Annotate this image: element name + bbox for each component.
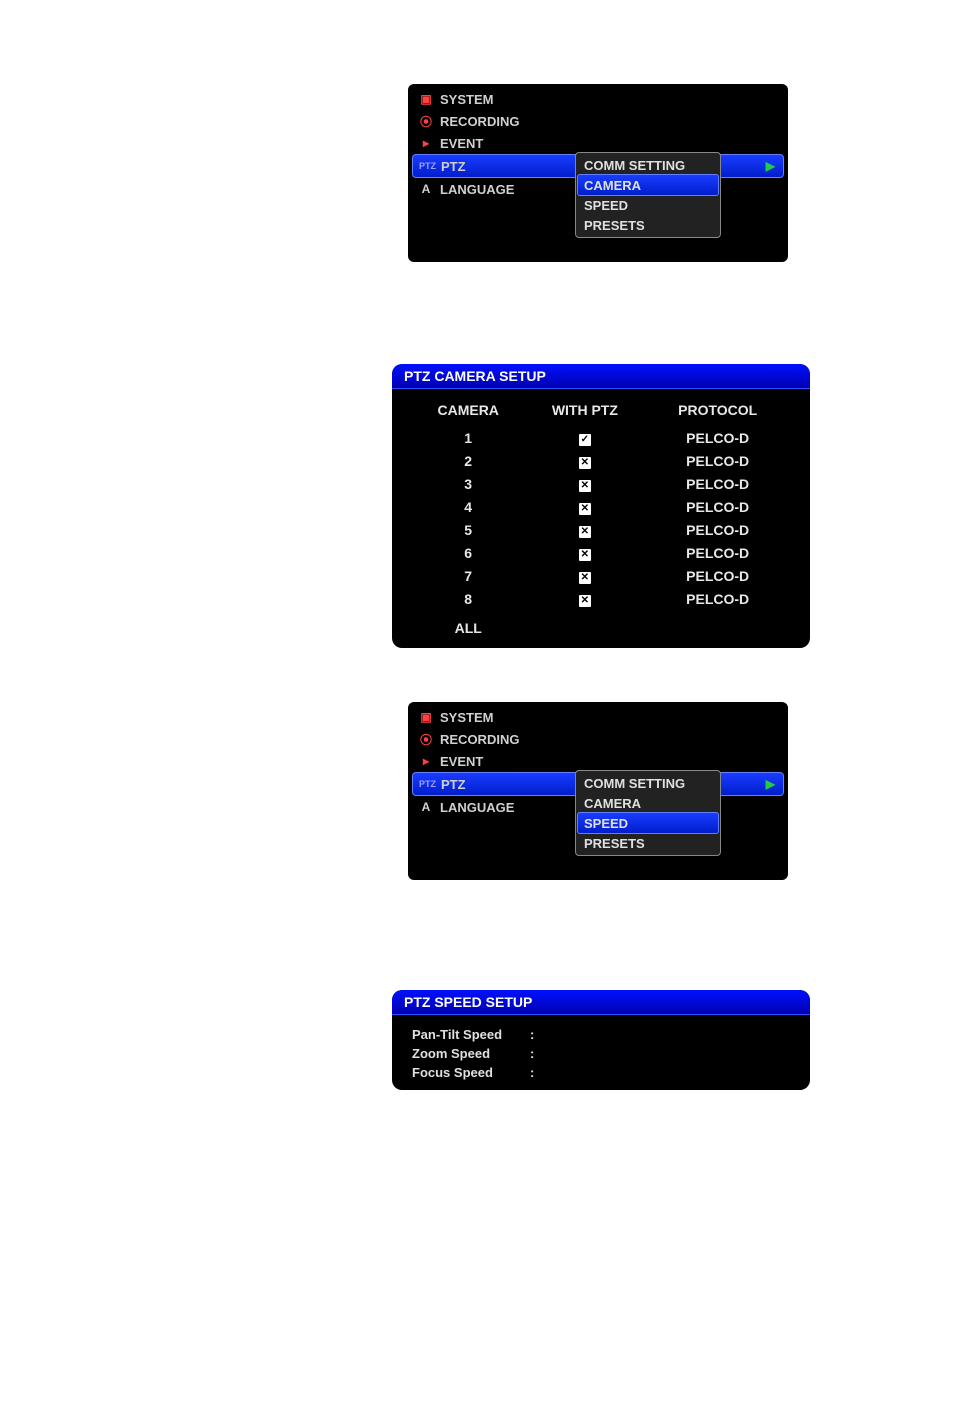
with-ptz-toggle[interactable]: ✕	[579, 595, 591, 607]
event-icon: ▸	[418, 754, 434, 768]
menu-label: EVENT	[440, 136, 483, 151]
submenu-speed[interactable]: SPEED	[578, 195, 718, 215]
table-row[interactable]: 5✕PELCO-D	[412, 518, 790, 541]
recording-icon: ⦿	[418, 731, 434, 748]
speed-row-focus[interactable]: Focus Speed :	[412, 1063, 790, 1082]
submenu-comm-setting[interactable]: COMM SETTING	[578, 773, 718, 793]
system-icon: ▣	[418, 710, 434, 724]
col-header-protocol: PROTOCOL	[645, 399, 790, 426]
submenu-comm-setting[interactable]: COMM SETTING	[578, 155, 718, 175]
with-ptz-toggle[interactable]: ✕	[579, 457, 591, 469]
menu-item-event[interactable]: ▸ EVENT	[408, 132, 788, 154]
with-ptz-toggle[interactable]: ✕	[579, 526, 591, 538]
ptz-icon: PTZ	[419, 161, 435, 171]
language-icon: A	[418, 800, 434, 814]
speed-row-pantilt[interactable]: Pan-Tilt Speed :	[412, 1025, 790, 1044]
menu-item-system[interactable]: ▣ SYSTEM	[408, 706, 788, 728]
table-row[interactable]: 4✕PELCO-D	[412, 495, 790, 518]
camera-table: CAMERA WITH PTZ PROTOCOL 1✓PELCO-D 2✕PEL…	[412, 399, 790, 639]
menu-item-recording[interactable]: ⦿ RECORDING	[408, 728, 788, 750]
submenu-presets[interactable]: PRESETS	[578, 833, 718, 853]
recording-icon: ⦿	[418, 113, 434, 130]
with-ptz-toggle[interactable]: ✕	[579, 572, 591, 584]
table-row[interactable]: 2✕PELCO-D	[412, 449, 790, 472]
table-row[interactable]: 6✕PELCO-D	[412, 541, 790, 564]
panel-title: PTZ SPEED SETUP	[392, 990, 810, 1015]
with-ptz-toggle[interactable]: ✕	[579, 549, 591, 561]
with-ptz-toggle[interactable]: ✕	[579, 480, 591, 492]
menu-label: PTZ	[441, 159, 466, 174]
submenu-camera[interactable]: CAMERA	[578, 793, 718, 813]
event-icon: ▸	[418, 136, 434, 150]
menu-label: SYSTEM	[440, 710, 493, 725]
submenu-presets[interactable]: PRESETS	[578, 215, 718, 235]
ptz-submenu: COMM SETTING CAMERA SPEED PRESETS	[575, 152, 721, 238]
menu-label: PTZ	[441, 777, 466, 792]
system-icon: ▣	[418, 92, 434, 106]
submenu-camera[interactable]: CAMERA	[577, 174, 719, 196]
submenu-arrow-icon: ▶	[766, 159, 775, 173]
ptz-submenu: COMM SETTING CAMERA SPEED PRESETS	[575, 770, 721, 856]
with-ptz-toggle[interactable]: ✓	[579, 434, 591, 446]
col-header-with-ptz: WITH PTZ	[524, 399, 645, 426]
submenu-speed[interactable]: SPEED	[577, 812, 719, 834]
language-icon: A	[418, 182, 434, 196]
table-row[interactable]: 1✓PELCO-D	[412, 426, 790, 449]
submenu-arrow-icon: ▶	[766, 777, 775, 791]
menu-label: EVENT	[440, 754, 483, 769]
speed-row-zoom[interactable]: Zoom Speed :	[412, 1044, 790, 1063]
table-row[interactable]: 3✕PELCO-D	[412, 472, 790, 495]
table-row[interactable]: 7✕PELCO-D	[412, 564, 790, 587]
menu-label: RECORDING	[440, 114, 519, 129]
with-ptz-toggle[interactable]: ✕	[579, 503, 591, 515]
table-row[interactable]: 8✕PELCO-D	[412, 587, 790, 610]
panel-title: PTZ CAMERA SETUP	[392, 364, 810, 389]
menu-label: RECORDING	[440, 732, 519, 747]
menu-item-event[interactable]: ▸ EVENT	[408, 750, 788, 772]
menu-label: LANGUAGE	[440, 800, 514, 815]
menu-item-system[interactable]: ▣ SYSTEM	[408, 88, 788, 110]
menu-label: LANGUAGE	[440, 182, 514, 197]
menu-label: SYSTEM	[440, 92, 493, 107]
table-row-all[interactable]: ALL	[412, 610, 790, 639]
ptz-icon: PTZ	[419, 779, 435, 789]
menu-item-recording[interactable]: ⦿ RECORDING	[408, 110, 788, 132]
col-header-camera: CAMERA	[412, 399, 524, 426]
